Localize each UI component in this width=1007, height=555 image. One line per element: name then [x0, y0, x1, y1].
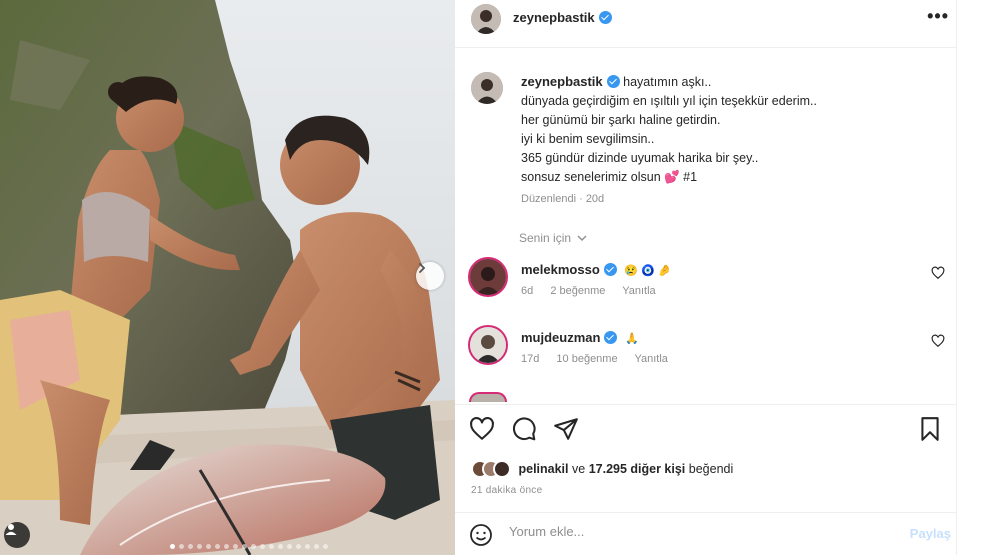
other-likers-count[interactable]: 17.295 diğer kişi: [589, 462, 686, 476]
heart-icon[interactable]: [469, 416, 495, 442]
carousel-dot: [269, 544, 274, 549]
comment-input[interactable]: [509, 524, 889, 539]
post-photo[interactable]: [0, 0, 455, 555]
carousel-dot: [179, 544, 184, 549]
page-margin: [957, 0, 1007, 555]
photo-illustration: [0, 0, 455, 555]
carousel-dot: [215, 544, 220, 549]
comment-heart-icon[interactable]: [931, 266, 945, 280]
verified-badge-icon: [606, 75, 620, 88]
carousel-dot: [278, 544, 283, 549]
carousel-dot: [305, 544, 310, 549]
comment-bar: Paylaş: [455, 512, 957, 555]
caption-line: hayatımın aşkı..: [623, 75, 712, 89]
carousel-dot: [296, 544, 301, 549]
post-time: 21 dakika önce: [471, 485, 543, 496]
likes-summary[interactable]: pelinakil ve 17.295 diğer kişi beğendi: [471, 460, 733, 478]
bookmark-icon[interactable]: [917, 416, 943, 442]
share-icon[interactable]: [553, 416, 579, 442]
actions-divider: [455, 404, 957, 405]
verified-badge-icon: [598, 11, 612, 24]
caption-edited-meta: Düzenlendi · 20d: [521, 193, 605, 205]
comment-filter-dropdown[interactable]: Senin için: [519, 231, 587, 245]
comment-age: 6d: [521, 285, 534, 297]
caption-line: iyi ki benim sevgilimsin..: [521, 132, 655, 146]
carousel-dot: [260, 544, 265, 549]
author-username[interactable]: zeynepbastik: [513, 10, 595, 25]
carousel-dot: [170, 544, 175, 549]
carousel-dots: [170, 544, 328, 549]
commenter-avatar[interactable]: [468, 257, 508, 297]
first-liker[interactable]: pelinakil: [518, 462, 568, 476]
post-details-panel: zeynepbastik ••• zeynepbastik hayatımın …: [455, 0, 957, 555]
comment-icon[interactable]: [511, 416, 537, 442]
author-avatar[interactable]: [471, 4, 501, 34]
carousel-dot: [197, 544, 202, 549]
comment-item: melekmosso 😢 🧿 🤌 6d 2 beğenme Yanıtla: [467, 256, 947, 302]
caption-first-line: zeynepbastik hayatımın aşkı..: [521, 72, 941, 92]
header-divider: [455, 47, 957, 48]
more-options-button[interactable]: •••: [927, 6, 949, 27]
comment-likes[interactable]: 2 beğenme: [550, 285, 605, 297]
caption-line: sonsuz senelerimiz olsun 💕 #1: [521, 170, 698, 184]
comment-likes[interactable]: 10 beğenme: [556, 353, 617, 365]
likes-suffix: beğendi: [688, 462, 734, 476]
next-photo-button[interactable]: [416, 262, 444, 290]
comment-filter-label: Senin için: [519, 231, 572, 245]
caption-line: her günümü bir şarkı haline getirdin.: [521, 113, 721, 127]
carousel-dot: [242, 544, 247, 549]
carousel-dot: [251, 544, 256, 549]
user-tag-button[interactable]: [4, 522, 30, 548]
carousel-dot: [314, 544, 319, 549]
comment-text: 🙏: [624, 333, 639, 345]
carousel-dot: [224, 544, 229, 549]
liker-avatar: [493, 460, 511, 478]
caption-text: zeynepbastik hayatımın aşkı.. dünyada ge…: [521, 72, 941, 209]
carousel-dot: [323, 544, 328, 549]
caption-avatar[interactable]: [471, 72, 503, 104]
comment-age: 17d: [521, 353, 540, 365]
comment-heart-icon[interactable]: [931, 334, 945, 348]
caption-username[interactable]: zeynepbastik: [521, 74, 603, 89]
carousel-dot: [188, 544, 193, 549]
commenter-avatar[interactable]: [468, 325, 508, 365]
reply-button[interactable]: Yanıtla: [634, 353, 667, 365]
caption-line: 365 gündür dizinde uyumak harika bir şey…: [521, 151, 759, 165]
action-bar: [469, 416, 945, 446]
carousel-dot: [233, 544, 238, 549]
smile-icon[interactable]: [469, 523, 493, 547]
chevron-down-icon: [577, 235, 587, 241]
commenter-username[interactable]: melekmosso: [521, 262, 600, 277]
reply-button[interactable]: Yanıtla: [622, 285, 655, 297]
caption-line: dünyada geçirdiğim en ışıltılı yıl için …: [521, 94, 817, 108]
post-comment-button[interactable]: Paylaş: [910, 526, 951, 541]
comment-text: 😢 🧿 🤌: [624, 265, 672, 277]
post-header: zeynepbastik •••: [455, 0, 957, 42]
verified-badge-icon: [603, 263, 617, 276]
carousel-dot: [206, 544, 211, 549]
chevron-right-icon: [419, 263, 426, 273]
likes-connector: ve: [572, 462, 586, 476]
comment-item: mujdeuzman 🙏 17d 10 beğenme Yanıtla: [467, 324, 947, 370]
user-tag-icon: [5, 524, 17, 535]
commenter-avatar[interactable]: [469, 392, 507, 402]
carousel-dot: [287, 544, 292, 549]
verified-badge-icon: [604, 331, 618, 344]
commenter-username[interactable]: mujdeuzman: [521, 330, 600, 345]
